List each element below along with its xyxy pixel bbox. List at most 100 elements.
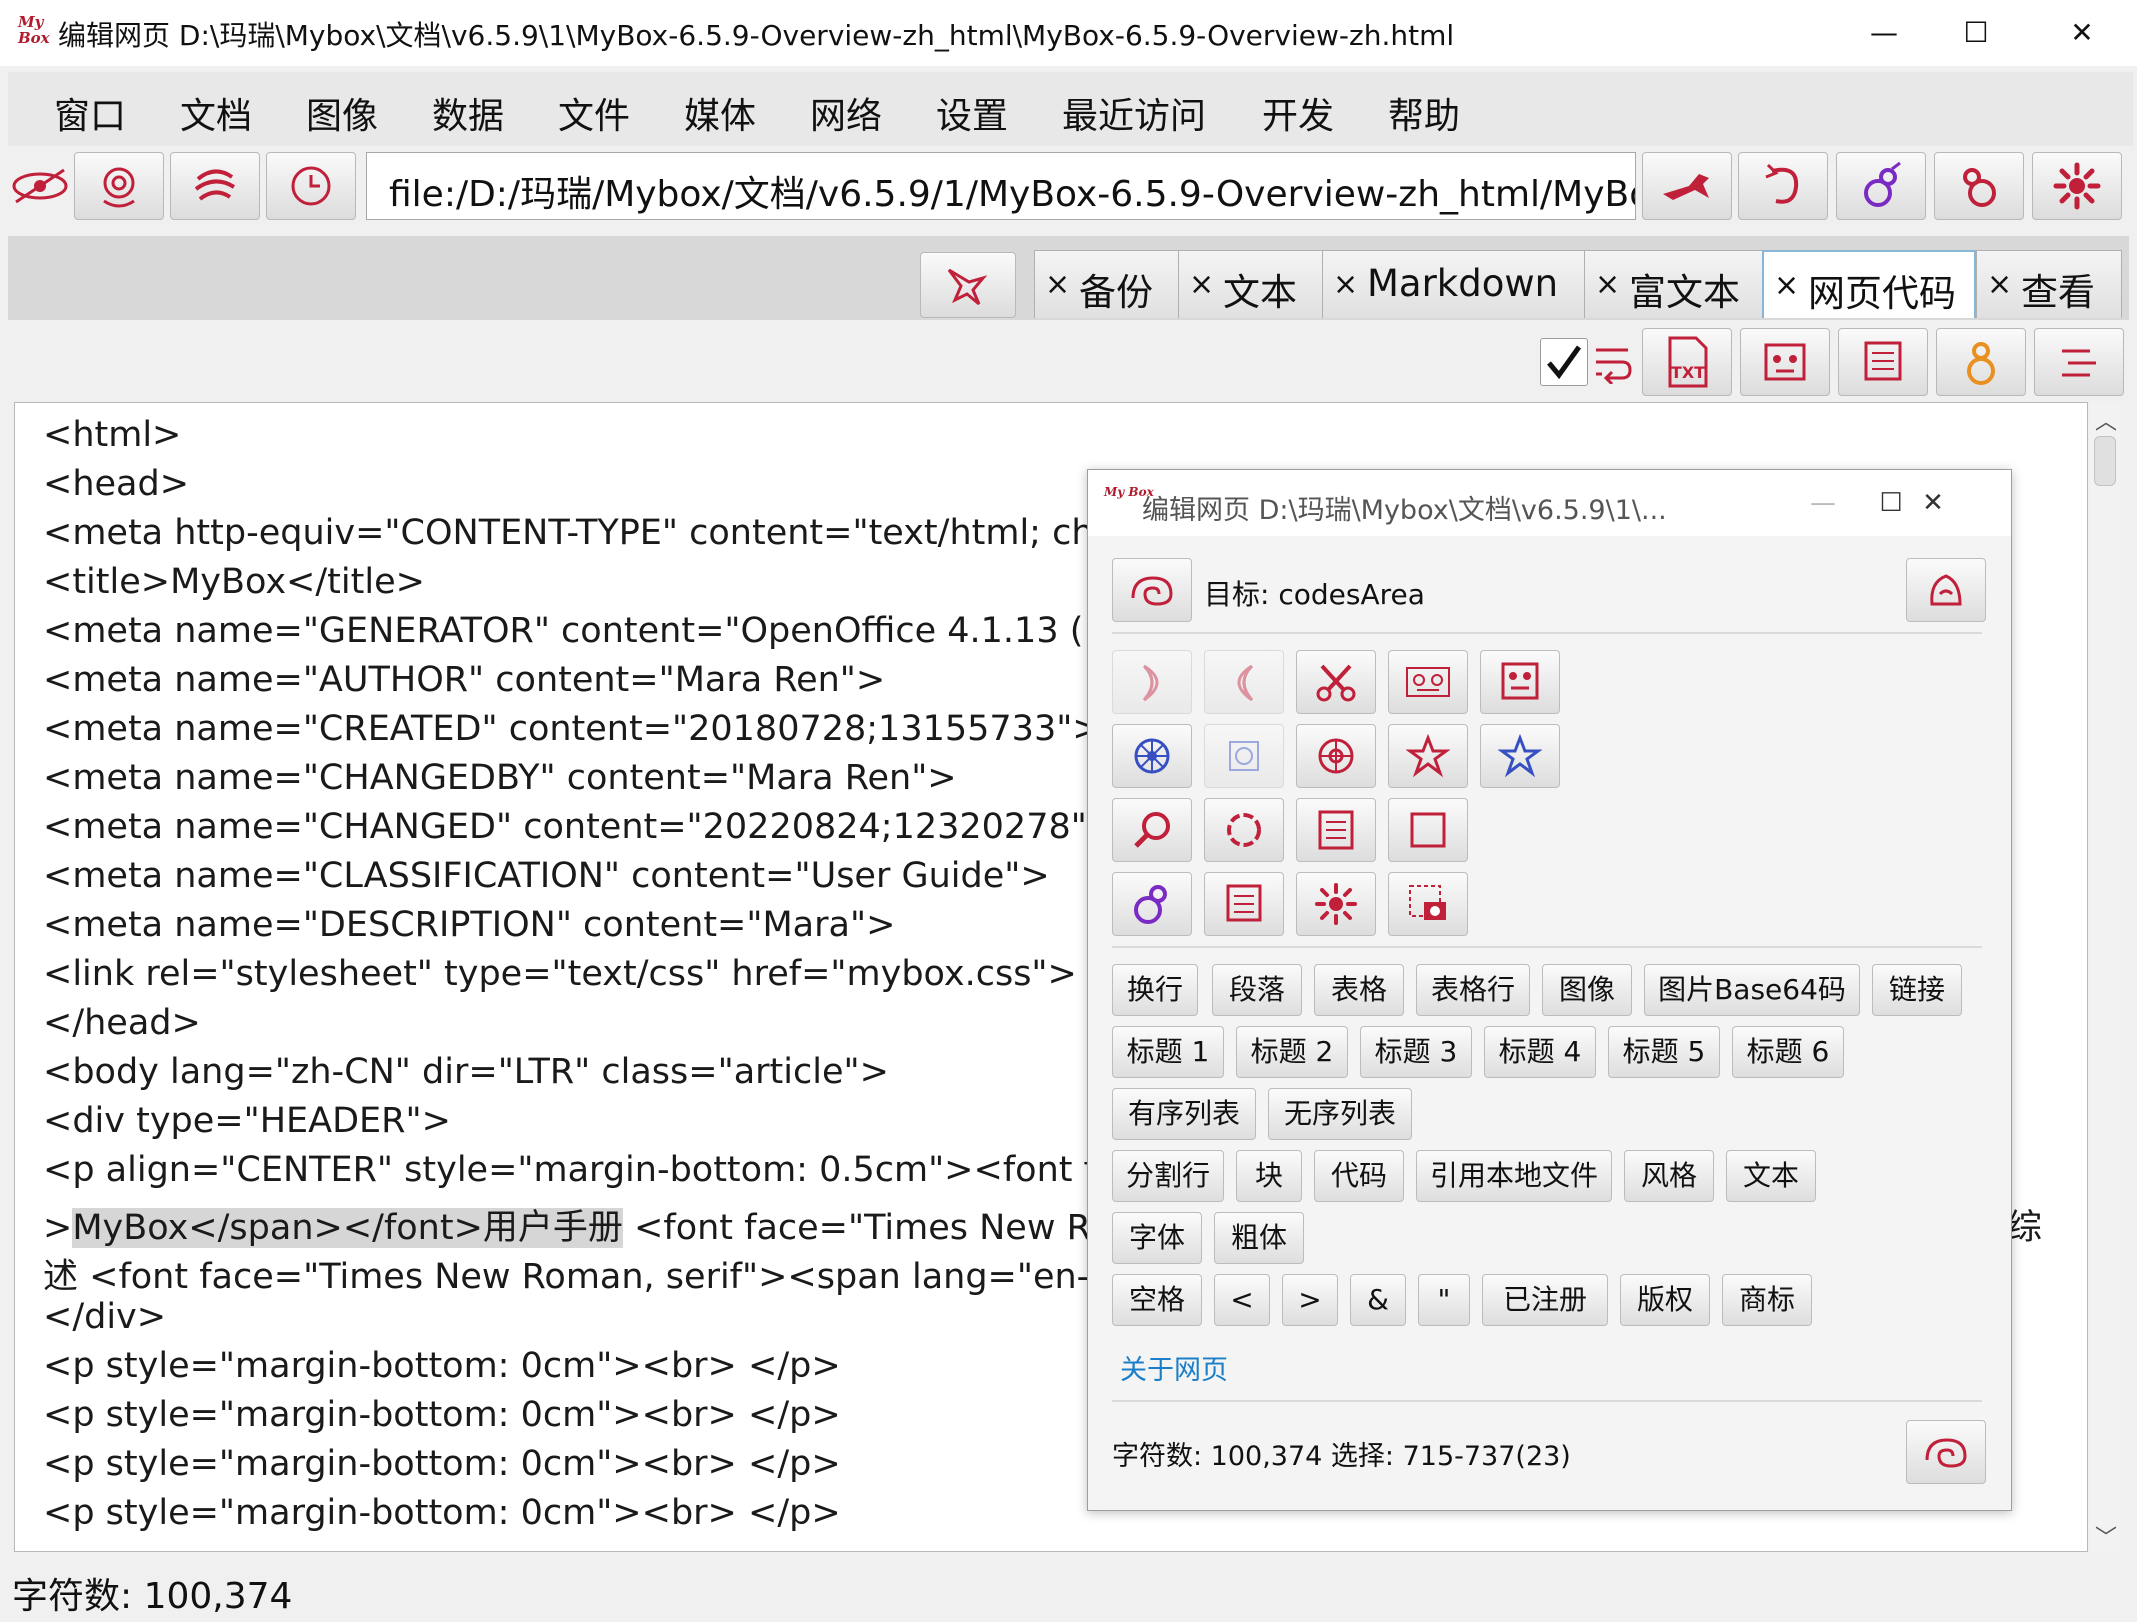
wrap-checkbox[interactable] [1540, 338, 1588, 386]
tab-html-code[interactable]: × 网页代码 [1762, 250, 1976, 318]
insert-amp-button[interactable]: & [1350, 1274, 1406, 1326]
insert-code-button[interactable]: 代码 [1314, 1150, 1404, 1202]
insert-br-button[interactable]: 换行 [1112, 964, 1198, 1016]
gourd-button[interactable] [1112, 872, 1192, 936]
menu-settings[interactable]: 设置 [936, 87, 1008, 139]
insert-bold-button[interactable]: 粗体 [1214, 1212, 1304, 1264]
insert-quot-button[interactable]: " [1418, 1274, 1470, 1326]
tab-close-icon[interactable]: × [1987, 267, 2012, 302]
insert-h4-button[interactable]: 标题 4 [1484, 1026, 1596, 1078]
target-button[interactable] [1112, 558, 1192, 622]
chrysanthemum-button[interactable] [2032, 152, 2122, 220]
insert-p-button[interactable]: 段落 [1212, 964, 1302, 1016]
insert-lt-button[interactable]: < [1214, 1274, 1270, 1326]
mask-button[interactable] [1740, 328, 1830, 396]
frame-button[interactable] [1388, 798, 1468, 862]
menu-help[interactable]: 帮助 [1388, 87, 1460, 139]
go-button[interactable] [1642, 152, 1732, 220]
reload-button[interactable] [1204, 798, 1284, 862]
insert-base64-button[interactable]: 图片Base64码 [1644, 964, 1860, 1016]
menu-data[interactable]: 数据 [432, 87, 504, 139]
txt-button[interactable]: TXT [1642, 328, 1732, 396]
peony-button[interactable] [74, 152, 164, 220]
url-input[interactable]: file:/D:/玛瑞/Mybox/文档/v6.5.9/1/MyBox-6.5.… [366, 152, 1636, 220]
tab-close-icon[interactable]: × [1189, 267, 1214, 302]
menu-window[interactable]: 窗口 [54, 87, 126, 139]
find-button[interactable] [1112, 798, 1192, 862]
insert-h1-button[interactable]: 标题 1 [1112, 1026, 1224, 1078]
insert-link-button[interactable]: 链接 [1872, 964, 1962, 1016]
panel-button[interactable] [1838, 328, 1928, 396]
gourd-button[interactable] [1836, 152, 1926, 220]
insert-registered-button[interactable]: 已注册 [1482, 1274, 1608, 1326]
tab-view[interactable]: × 查看 [1976, 250, 2122, 318]
insert-table-button[interactable]: 表格 [1314, 964, 1404, 1016]
menu-develop[interactable]: 开发 [1262, 87, 1334, 139]
popup-minimize-button[interactable]: — [1796, 480, 1850, 526]
paste-button[interactable] [1480, 650, 1560, 714]
redo-button[interactable] [1204, 650, 1284, 714]
gourd-outline-button[interactable] [1934, 152, 2024, 220]
chrysanthemum-button[interactable] [1296, 872, 1376, 936]
insert-ol-button[interactable]: 有序列表 [1112, 1088, 1256, 1140]
tab-markdown[interactable]: × Markdown [1322, 250, 1588, 318]
insert-copyright-button[interactable]: 版权 [1620, 1274, 1710, 1326]
insert-h6-button[interactable]: 标题 6 [1732, 1026, 1844, 1078]
tab-close-icon[interactable]: × [1595, 267, 1620, 302]
tab-text[interactable]: × 文本 [1178, 250, 1326, 318]
insert-text-button[interactable]: 文本 [1726, 1150, 1816, 1202]
menu-file[interactable]: 文件 [558, 87, 630, 139]
about-html-link[interactable]: 关于网页 [1120, 1348, 1228, 1387]
scroll-thumb[interactable] [2094, 436, 2116, 486]
vertical-scrollbar[interactable]: ︿ ﹀ [2090, 402, 2120, 1552]
menu-media[interactable]: 媒体 [684, 87, 756, 139]
cloud-button[interactable] [170, 152, 260, 220]
insert-h2-button[interactable]: 标题 2 [1236, 1026, 1348, 1078]
popup-bottom-button[interactable] [1906, 1420, 1986, 1484]
format-button[interactable] [1388, 724, 1468, 788]
menu-document[interactable]: 文档 [180, 87, 252, 139]
scroll-up-icon[interactable]: ︿ [2095, 404, 2117, 436]
insert-img-button[interactable]: 图像 [1542, 964, 1632, 1016]
gourd-tool-button[interactable] [1936, 328, 2026, 396]
insert-div-button[interactable]: 块 [1236, 1150, 1302, 1202]
insert-gt-button[interactable]: > [1282, 1274, 1338, 1326]
tab-menu-button[interactable] [920, 252, 1016, 318]
insert-space-button[interactable]: 空格 [1112, 1274, 1202, 1326]
align-button[interactable] [2034, 328, 2124, 396]
insert-h3-button[interactable]: 标题 3 [1360, 1026, 1472, 1078]
refresh-button[interactable] [1738, 152, 1828, 220]
insert-ul-button[interactable]: 无序列表 [1268, 1088, 1412, 1140]
tab-rich-text[interactable]: × 富文本 [1584, 250, 1764, 318]
popup-menu-button[interactable] [1906, 558, 1986, 622]
lines-button[interactable] [1296, 798, 1376, 862]
tab-backup[interactable]: × 备份 [1034, 250, 1182, 318]
select-all-button[interactable] [1296, 724, 1376, 788]
insert-trademark-button[interactable]: 商标 [1722, 1274, 1812, 1326]
tab-close-icon[interactable]: × [1774, 268, 1799, 303]
maximize-button[interactable]: ☐ [1946, 8, 2006, 58]
panel-button[interactable] [1204, 872, 1284, 936]
insert-tr-button[interactable]: 表格行 [1416, 964, 1530, 1016]
insert-h5-button[interactable]: 标题 5 [1608, 1026, 1720, 1078]
delete-button[interactable] [1204, 724, 1284, 788]
eye-icon[interactable] [10, 166, 70, 206]
insert-hr-button[interactable]: 分割行 [1112, 1150, 1224, 1202]
style-button[interactable] [1480, 724, 1560, 788]
menu-image[interactable]: 图像 [306, 87, 378, 139]
clear-button[interactable] [1112, 724, 1192, 788]
menu-network[interactable]: 网络 [810, 87, 882, 139]
undo-button[interactable] [1112, 650, 1192, 714]
history-button[interactable] [266, 152, 356, 220]
insert-font-button[interactable]: 字体 [1112, 1212, 1202, 1264]
popup-close-button[interactable]: ✕ [1906, 480, 1960, 526]
scroll-down-icon[interactable]: ﹀ [2095, 1520, 2117, 1552]
minimize-button[interactable]: — [1854, 8, 1914, 58]
tab-close-icon[interactable]: × [1045, 267, 1070, 302]
close-button[interactable]: ✕ [2052, 8, 2112, 58]
tab-close-icon[interactable]: × [1333, 267, 1358, 302]
copy-button[interactable] [1388, 650, 1468, 714]
menu-recent[interactable]: 最近访问 [1062, 87, 1206, 139]
snapshot-button[interactable] [1388, 872, 1468, 936]
insert-style-button[interactable]: 风格 [1624, 1150, 1714, 1202]
